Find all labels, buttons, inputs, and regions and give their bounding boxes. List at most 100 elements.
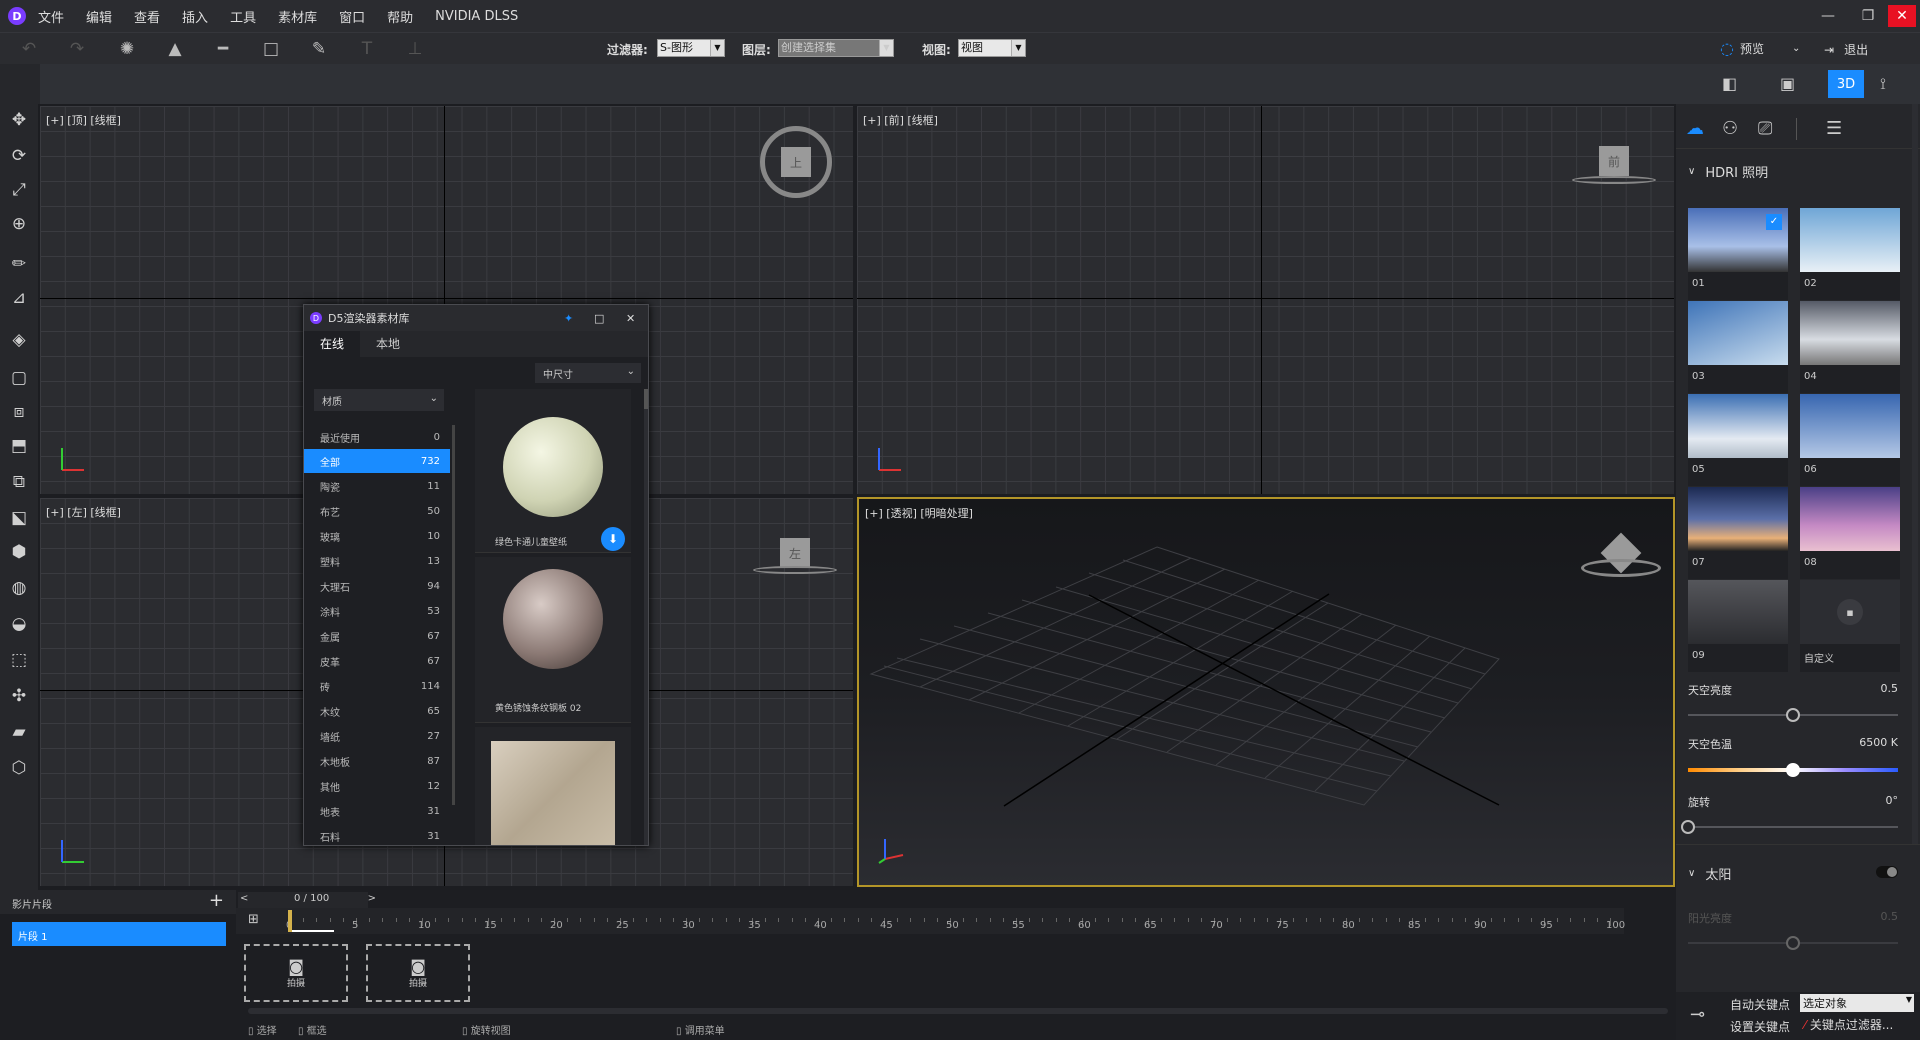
- category-item[interactable]: 最近使用 0: [304, 425, 450, 449]
- category-item[interactable]: 木地板 87: [304, 749, 450, 773]
- slider-knob[interactable]: [1786, 708, 1800, 722]
- capture-slot[interactable]: ◙ 拍摄: [244, 944, 348, 1002]
- follow-icon[interactable]: ⬕: [4, 504, 34, 532]
- axis-tool-icon[interactable]: ⊥: [400, 33, 430, 65]
- weather-icon[interactable]: ☁: [1686, 118, 1704, 139]
- category-item[interactable]: 大理石 94: [304, 574, 450, 598]
- auto-key-button[interactable]: 自动关键点: [1730, 996, 1790, 1013]
- rotation-slider[interactable]: [1681, 820, 1898, 834]
- dome-icon[interactable]: ◒: [4, 610, 34, 638]
- view-cube-face[interactable]: 上: [781, 147, 811, 177]
- category-item[interactable]: 塑料 13: [304, 549, 450, 573]
- measure-icon[interactable]: ⊿: [4, 284, 34, 312]
- menu-window[interactable]: 窗口: [339, 7, 365, 26]
- menu-dlss[interactable]: NVIDIA DLSS: [435, 9, 518, 24]
- hdri-thumb[interactable]: 07: [1688, 487, 1788, 579]
- key-icon[interactable]: ⊸: [1690, 1004, 1705, 1025]
- category-item[interactable]: 石料 31: [304, 824, 450, 845]
- redo-icon[interactable]: ↷: [62, 33, 92, 65]
- offset-icon[interactable]: ⧉: [4, 468, 34, 496]
- paint-roller-icon[interactable]: T: [352, 33, 382, 65]
- light-cone-icon[interactable]: ▲: [160, 33, 190, 65]
- category-item[interactable]: 陶瓷 11: [304, 474, 450, 498]
- category-item[interactable]: 玻璃 10: [304, 524, 450, 548]
- capture-slot[interactable]: ◙ 拍摄: [366, 944, 470, 1002]
- viewport-perspective[interactable]: [+] [透视] [明暗处理]: [857, 497, 1675, 887]
- pencil-icon[interactable]: ✏: [4, 250, 34, 278]
- sun-brightness-value[interactable]: 0.5: [1881, 910, 1899, 923]
- material-card[interactable]: 黄色锈蚀条纹钢板 02: [475, 557, 631, 723]
- view-cube[interactable]: 前: [1599, 146, 1629, 176]
- category-item[interactable]: 墙纸 27: [304, 724, 450, 748]
- close-icon[interactable]: ✕: [626, 312, 635, 325]
- material-card[interactable]: [475, 727, 631, 845]
- line-tool-icon[interactable]: ━: [208, 33, 238, 65]
- hdri-thumb[interactable]: 03: [1688, 301, 1788, 393]
- hdri-thumb[interactable]: 04: [1800, 301, 1900, 393]
- component-icon[interactable]: ⬢: [4, 538, 34, 566]
- camera-icon[interactable]: ⎚: [1758, 118, 1772, 139]
- layout-icon[interactable]: ◧: [1722, 74, 1737, 93]
- scale-icon[interactable]: ⤢: [4, 176, 34, 204]
- key-filter-button[interactable]: ⁄ 关键点过滤器...: [1804, 1016, 1893, 1033]
- grid-scrollbar[interactable]: [644, 389, 648, 845]
- viewport-label[interactable]: [+] [前] [线框]: [863, 112, 938, 128]
- sun-brightness-slider[interactable]: [1688, 936, 1898, 950]
- layer-select[interactable]: 创建选择集 ▼: [778, 39, 894, 57]
- category-item[interactable]: 金属 67: [304, 624, 450, 648]
- add-clip-button[interactable]: +: [209, 890, 224, 911]
- panel-scrollbar[interactable]: [1912, 104, 1918, 844]
- box-icon[interactable]: ▢: [4, 364, 34, 392]
- eyedropper-icon[interactable]: ✎: [304, 33, 334, 65]
- timeline-ruler[interactable]: ⊞ 05101520253035404550556065707580859095…: [236, 908, 1625, 934]
- move-icon[interactable]: ✥: [4, 106, 34, 134]
- sun-section-header[interactable]: ∨ 太阳: [1688, 864, 1731, 883]
- hdri-thumb[interactable]: 02: [1800, 208, 1900, 300]
- plane-icon[interactable]: ▰: [4, 718, 34, 746]
- mode-3d-button[interactable]: 3D: [1828, 70, 1864, 98]
- sun-toggle[interactable]: [1876, 866, 1898, 878]
- hdri-thumb[interactable]: 06: [1800, 394, 1900, 486]
- wire-box-icon[interactable]: ⬡: [4, 754, 34, 782]
- category-item[interactable]: 皮革 67: [304, 649, 450, 673]
- playhead[interactable]: [288, 910, 292, 932]
- category-item[interactable]: 砖 114: [304, 674, 450, 698]
- hdri-thumb[interactable]: 05: [1688, 394, 1788, 486]
- chevron-down-icon[interactable]: ⌄: [1792, 43, 1800, 54]
- restore-button[interactable]: ❐: [1848, 0, 1888, 32]
- category-select[interactable]: 材质 ⌄: [314, 389, 444, 411]
- pin-icon[interactable]: ✦: [564, 312, 573, 325]
- extrude-icon[interactable]: ⬒: [4, 432, 34, 460]
- cube-icon[interactable]: ⬚: [4, 646, 34, 674]
- transform-icon[interactable]: ⊕: [4, 210, 34, 238]
- category-item[interactable]: 地表 31: [304, 799, 450, 823]
- filter-select[interactable]: S-图形 ▼: [657, 39, 725, 57]
- slider-knob[interactable]: [1681, 820, 1695, 834]
- maximize-icon[interactable]: □: [594, 312, 604, 325]
- close-button[interactable]: ✕: [1888, 5, 1916, 27]
- sky-temp-slider[interactable]: [1688, 763, 1898, 777]
- slider-knob[interactable]: [1786, 763, 1800, 777]
- rotation-value[interactable]: 0°: [1886, 794, 1899, 807]
- hdri-custom-thumb[interactable]: ▪ 自定义: [1800, 580, 1900, 672]
- minimize-button[interactable]: —: [1808, 0, 1848, 32]
- category-scrollbar[interactable]: [452, 425, 455, 805]
- category-item[interactable]: 布艺 50: [304, 499, 450, 523]
- timeline-scrollbar[interactable]: [248, 1008, 1668, 1014]
- rotate-icon[interactable]: ⟳: [4, 142, 34, 170]
- gizmo-icon[interactable]: ✣: [4, 682, 34, 710]
- menu-insert[interactable]: 插入: [182, 7, 208, 26]
- exit-button[interactable]: ⇥ 退出: [1824, 41, 1868, 58]
- menu-edit[interactable]: 编辑: [86, 7, 112, 26]
- auto-key-target-select[interactable]: 选定对象 ▼: [1800, 994, 1914, 1012]
- materials-icon[interactable]: ⚇: [1722, 118, 1738, 139]
- undo-icon[interactable]: ↶: [14, 33, 44, 65]
- sky-temp-value[interactable]: 6500 K: [1859, 736, 1898, 749]
- tab-local[interactable]: 本地: [360, 331, 416, 357]
- view-cube[interactable]: 上: [760, 126, 832, 198]
- menu-tools[interactable]: 工具: [230, 7, 256, 26]
- size-filter-select[interactable]: 中尺寸 ⌄: [535, 363, 641, 383]
- sky-brightness-value[interactable]: 0.5: [1881, 682, 1899, 695]
- hdri-section-header[interactable]: ∨ HDRI 照明: [1688, 162, 1768, 181]
- dialog-titlebar[interactable]: D D5渲染器素材库 ✦ □ ✕: [304, 305, 648, 331]
